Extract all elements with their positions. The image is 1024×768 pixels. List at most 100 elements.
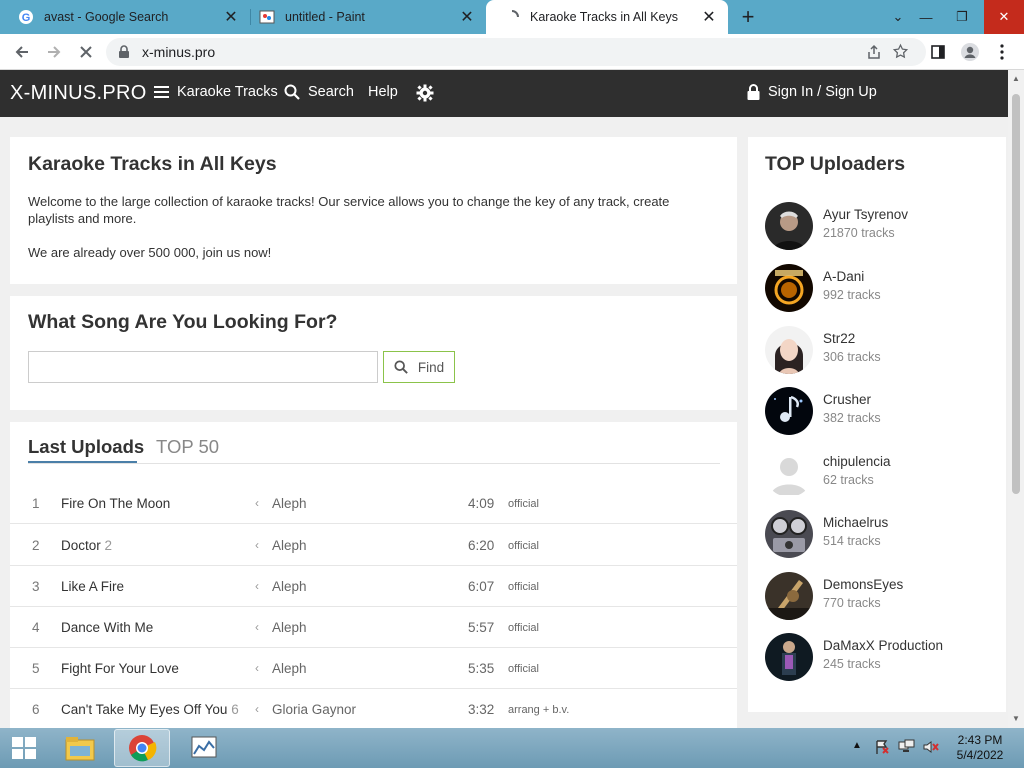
song-title: Can't Take My Eyes Off You — [61, 702, 228, 717]
version-count: 6 — [231, 702, 239, 717]
avatar[interactable] — [765, 633, 813, 681]
song-title-link[interactable]: Doctor 2 — [61, 538, 112, 553]
artist-link[interactable]: Aleph — [272, 620, 307, 635]
browser-tab-paint[interactable]: untitled - Paint ✕ — [241, 0, 486, 34]
scroll-up-arrow-icon[interactable]: ▲ — [1012, 74, 1020, 83]
taskbar-paint[interactable] — [176, 729, 232, 767]
tab-last-uploads[interactable]: Last Uploads — [28, 436, 144, 458]
avatar[interactable] — [765, 202, 813, 250]
song-title-link[interactable]: Can't Take My Eyes Off You 6 — [61, 702, 239, 717]
table-row[interactable]: 1 Fire On The Moon ‹ Aleph 4:09 official — [10, 483, 737, 524]
sign-in-link[interactable]: Sign In / Sign Up — [747, 84, 877, 100]
uploader-name[interactable]: Michaelrus — [823, 515, 888, 530]
uploader-item[interactable]: Michaelrus 514 tracks — [765, 510, 995, 560]
uploader-name[interactable]: A-Dani — [823, 269, 864, 284]
table-row[interactable]: 4 Dance With Me ‹ Aleph 5:57 official — [10, 607, 737, 648]
nav-search[interactable]: Search — [284, 84, 354, 100]
share-icon[interactable] — [866, 44, 882, 60]
new-tab-button[interactable]: + — [736, 4, 760, 30]
stop-loading-button[interactable] — [74, 40, 98, 64]
taskbar-file-explorer[interactable] — [52, 729, 108, 767]
settings-button[interactable] — [416, 84, 442, 102]
row-number: 6 — [32, 702, 40, 717]
artist-link[interactable]: Aleph — [272, 579, 307, 594]
uploader-name[interactable]: DemonsEyes — [823, 577, 903, 592]
song-title-link[interactable]: Dance With Me — [61, 620, 153, 635]
avatar[interactable] — [765, 510, 813, 558]
avatar[interactable] — [765, 387, 813, 435]
artist-link[interactable]: Aleph — [272, 496, 307, 511]
browser-menu-button[interactable] — [990, 40, 1014, 64]
song-title-link[interactable]: Fire On The Moon — [61, 496, 170, 511]
uploader-name[interactable]: Crusher — [823, 392, 871, 407]
song-title: Doctor — [61, 538, 101, 553]
avatar[interactable] — [765, 449, 813, 497]
forward-button[interactable] — [42, 40, 66, 64]
uploader-item[interactable]: DemonsEyes 770 tracks — [765, 572, 995, 622]
taskbar-chrome[interactable] — [114, 729, 170, 767]
song-title-link[interactable]: Fight For Your Love — [61, 661, 179, 676]
uploader-name[interactable]: Str22 — [823, 331, 855, 346]
uploader-item[interactable]: A-Dani 992 tracks — [765, 264, 995, 314]
track-type: official — [508, 622, 539, 634]
page-scrollbar[interactable]: ▲ ▼ — [1008, 70, 1024, 728]
start-button[interactable] — [0, 729, 48, 767]
close-tab-icon[interactable]: ✕ — [220, 7, 242, 27]
close-window-button[interactable]: ✕ — [984, 0, 1024, 34]
close-tab-icon[interactable]: ✕ — [456, 7, 478, 27]
uploader-track-count: 382 tracks — [823, 411, 881, 425]
uploader-track-count: 245 tracks — [823, 657, 881, 671]
show-hidden-icons-icon[interactable]: ▲ — [852, 740, 862, 751]
find-button[interactable]: Find — [383, 351, 455, 383]
search-title: What Song Are You Looking For? — [28, 311, 338, 333]
artist-link[interactable]: Gloria Gaynor — [272, 702, 356, 717]
table-row[interactable]: 3 Like A Fire ‹ Aleph 6:07 official — [10, 566, 737, 607]
browser-tab-google[interactable]: G avast - Google Search ✕ — [0, 0, 250, 34]
close-tab-icon[interactable]: ✕ — [698, 7, 720, 27]
avatar[interactable] — [765, 572, 813, 620]
nav-label: Sign In / Sign Up — [768, 84, 877, 100]
song-search-input[interactable] — [28, 351, 378, 383]
uploader-name[interactable]: DaMaxX Production — [823, 638, 943, 653]
duration: 5:57 — [468, 620, 495, 635]
site-logo[interactable]: X-MINUS.PRO — [10, 82, 147, 105]
scrollbar-thumb[interactable] — [1012, 94, 1020, 494]
browser-tab-karaoke[interactable]: Karaoke Tracks in All Keys ✕ — [486, 0, 728, 34]
song-title-link[interactable]: Like A Fire — [61, 579, 124, 594]
tab-top-50[interactable]: TOP 50 — [156, 436, 219, 458]
profile-button[interactable] — [958, 40, 982, 64]
address-bar[interactable]: x-minus.pro — [106, 38, 926, 66]
uploader-item[interactable]: chipulencia 62 tracks — [765, 449, 995, 499]
artist-link[interactable]: Aleph — [272, 661, 307, 676]
avatar[interactable] — [765, 264, 813, 312]
uploader-item[interactable]: DaMaxX Production 245 tracks — [765, 633, 995, 683]
search-icon — [394, 360, 408, 374]
table-row[interactable]: 5 Fight For Your Love ‹ Aleph 5:35 offic… — [10, 648, 737, 689]
bookmark-star-icon[interactable] — [892, 43, 909, 60]
nav-karaoke-tracks[interactable]: Karaoke Tracks — [154, 84, 278, 100]
uploader-name[interactable]: chipulencia — [823, 454, 891, 469]
system-clock[interactable]: 2:43 PM 5/4/2022 — [948, 733, 1012, 763]
nav-help[interactable]: Help — [368, 84, 398, 100]
uploader-item[interactable]: Ayur Tsyrenov 21870 tracks — [765, 202, 995, 252]
scroll-down-arrow-icon[interactable]: ▼ — [1012, 714, 1020, 723]
volume-muted-icon[interactable] — [922, 739, 940, 760]
google-g-icon: G — [18, 9, 34, 25]
side-panel-button[interactable] — [926, 40, 950, 64]
table-row[interactable]: 6 Can't Take My Eyes Off You 6 ‹ Gloria … — [10, 689, 737, 728]
network-icon[interactable] — [898, 739, 916, 760]
uploader-name[interactable]: Ayur Tsyrenov — [823, 207, 908, 222]
duration: 3:32 — [468, 702, 495, 717]
minimize-button[interactable]: — — [908, 0, 944, 34]
uploader-item[interactable]: Str22 306 tracks — [765, 326, 995, 376]
back-button[interactable] — [10, 40, 34, 64]
artist-link[interactable]: Aleph — [272, 538, 307, 553]
action-center-flag-icon[interactable] — [874, 739, 890, 760]
row-number: 5 — [32, 661, 40, 676]
intro-panel: Karaoke Tracks in All Keys Welcome to th… — [10, 137, 737, 284]
restore-button[interactable]: ❐ — [944, 0, 980, 34]
table-row[interactable]: 2 Doctor 2 ‹ Aleph 6:20 official — [10, 525, 737, 566]
avatar[interactable] — [765, 326, 813, 374]
uploader-track-count: 62 tracks — [823, 473, 874, 487]
uploader-item[interactable]: Crusher 382 tracks — [765, 387, 995, 437]
